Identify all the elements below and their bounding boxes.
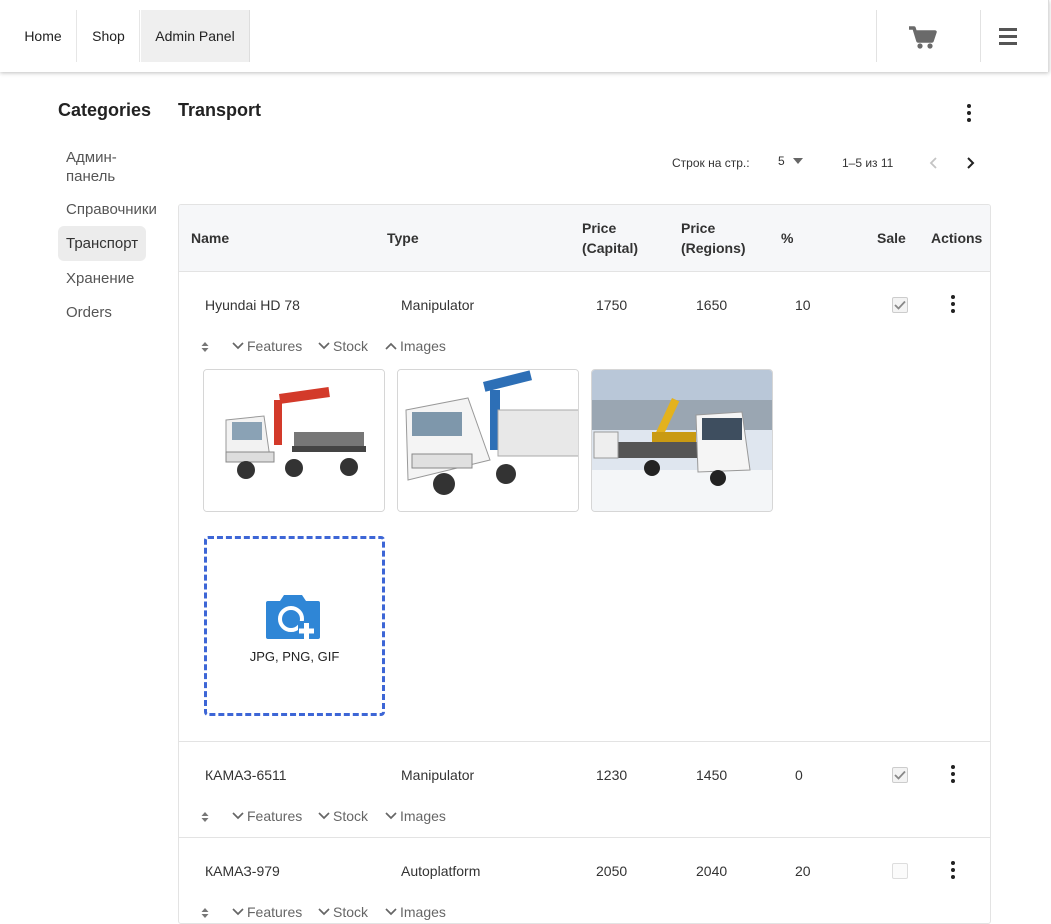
stock-toggle[interactable]: Stock — [318, 338, 368, 354]
sale-checkbox[interactable] — [892, 863, 908, 879]
row-price-regions: 1650 — [696, 297, 728, 313]
add-photo-icon — [266, 595, 320, 639]
row-price-capital: 1750 — [596, 297, 628, 313]
chevron-down-icon — [318, 342, 330, 350]
table-header: Name Type Price (Capital) Price (Regions… — [179, 205, 990, 272]
features-toggle[interactable]: Features — [232, 338, 302, 354]
drag-sort-icon[interactable] — [200, 810, 210, 829]
truck-image-thumbnail[interactable] — [397, 369, 579, 512]
nav-admin-panel-link[interactable]: Admin Panel — [141, 10, 250, 62]
row-percent: 10 — [795, 297, 811, 313]
nav-divider — [980, 10, 981, 62]
row-name: КАМАЗ-6511 — [205, 767, 287, 783]
page-title: Transport — [178, 100, 262, 120]
nav-shop-link[interactable]: Shop — [78, 10, 140, 62]
sale-checkbox[interactable] — [892, 767, 908, 783]
row-price-regions: 1450 — [696, 767, 728, 783]
rows-per-page-value: 5 — [778, 154, 785, 168]
rows-per-page-label: Строк на стр.: — [672, 156, 750, 170]
chevron-down-icon — [318, 908, 330, 916]
column-header-name[interactable]: Name — [191, 228, 229, 248]
images-toggle[interactable]: Images — [385, 338, 446, 354]
sale-checkbox[interactable] — [892, 297, 908, 313]
prev-page-icon[interactable] — [924, 153, 944, 173]
upload-formats-label: JPG, PNG, GIF — [249, 649, 340, 664]
row-divider — [179, 741, 990, 742]
row-name: КАМАЗ-979 — [205, 863, 280, 879]
features-toggle[interactable]: Features — [232, 904, 302, 920]
sidebar-item-label: Админ- — [66, 149, 117, 166]
stock-toggle[interactable]: Stock — [318, 808, 368, 824]
features-toggle[interactable]: Features — [232, 808, 302, 824]
column-header-type[interactable]: Type — [387, 228, 419, 248]
row-percent: 0 — [795, 767, 803, 783]
pagination-range: 1–5 из 11 — [842, 156, 894, 170]
row-actions-icon[interactable] — [945, 765, 961, 783]
column-header-price-capital[interactable]: Price (Capital) — [582, 218, 638, 258]
images-toggle[interactable]: Images — [385, 904, 446, 920]
hamburger-menu-icon[interactable] — [992, 22, 1024, 52]
drag-sort-icon[interactable] — [200, 906, 210, 923]
next-page-icon[interactable] — [960, 153, 980, 173]
truck-image-thumbnail[interactable] — [591, 369, 773, 512]
nav-divider — [876, 10, 877, 62]
row-type: Manipulator — [401, 297, 475, 313]
row-type: Manipulator — [401, 767, 475, 783]
top-navbar: Home Shop Admin Panel — [0, 0, 1049, 72]
drag-sort-icon[interactable] — [200, 340, 210, 359]
sidebar-title: Categories — [58, 100, 152, 120]
row-name: Hyundai HD 78 — [205, 297, 300, 313]
images-toggle[interactable]: Images — [385, 808, 446, 824]
dropdown-arrow-icon — [792, 158, 803, 164]
row-price-capital: 1230 — [596, 767, 628, 783]
sidebar-item-admin-panel[interactable]: Админ- панель — [58, 148, 125, 186]
check-icon — [894, 300, 906, 310]
row-price-capital: 2050 — [596, 863, 628, 879]
chevron-down-icon — [232, 908, 244, 916]
nav-home-link[interactable]: Home — [10, 10, 77, 62]
image-upload-dropzone[interactable]: JPG, PNG, GIF — [204, 536, 385, 716]
sidebar-item-storage[interactable]: Хранение — [58, 269, 142, 288]
more-vert-icon[interactable] — [960, 102, 978, 124]
transport-table: Name Type Price (Capital) Price (Regions… — [178, 204, 991, 924]
row-type: Autoplatform — [401, 863, 481, 879]
sidebar-item-transport[interactable]: Транспорт — [58, 226, 147, 261]
row-actions-icon[interactable] — [945, 861, 961, 879]
cart-icon[interactable] — [905, 22, 939, 52]
chevron-down-icon — [318, 812, 330, 820]
column-header-price-regions[interactable]: Price (Regions) — [681, 218, 746, 258]
column-header-percent[interactable]: % — [781, 228, 793, 248]
truck-image-thumbnail[interactable] — [203, 369, 385, 512]
sidebar-item-label: панель — [66, 168, 116, 185]
stock-toggle[interactable]: Stock — [318, 904, 368, 920]
column-header-actions: Actions — [931, 230, 983, 246]
row-actions-icon[interactable] — [945, 295, 961, 313]
chevron-up-icon — [385, 342, 397, 350]
chevron-down-icon — [232, 342, 244, 350]
row-price-regions: 2040 — [696, 863, 728, 879]
column-header-sale[interactable]: Sale — [877, 228, 906, 248]
rows-per-page-select[interactable]: 5 — [778, 154, 803, 168]
chevron-down-icon — [385, 908, 397, 916]
row-percent: 20 — [795, 863, 811, 879]
chevron-down-icon — [232, 812, 244, 820]
sidebar-item-orders[interactable]: Orders — [58, 303, 120, 322]
row-divider — [179, 837, 990, 838]
chevron-down-icon — [385, 812, 397, 820]
check-icon — [894, 770, 906, 780]
sidebar-item-directories[interactable]: Справочники — [58, 200, 165, 219]
